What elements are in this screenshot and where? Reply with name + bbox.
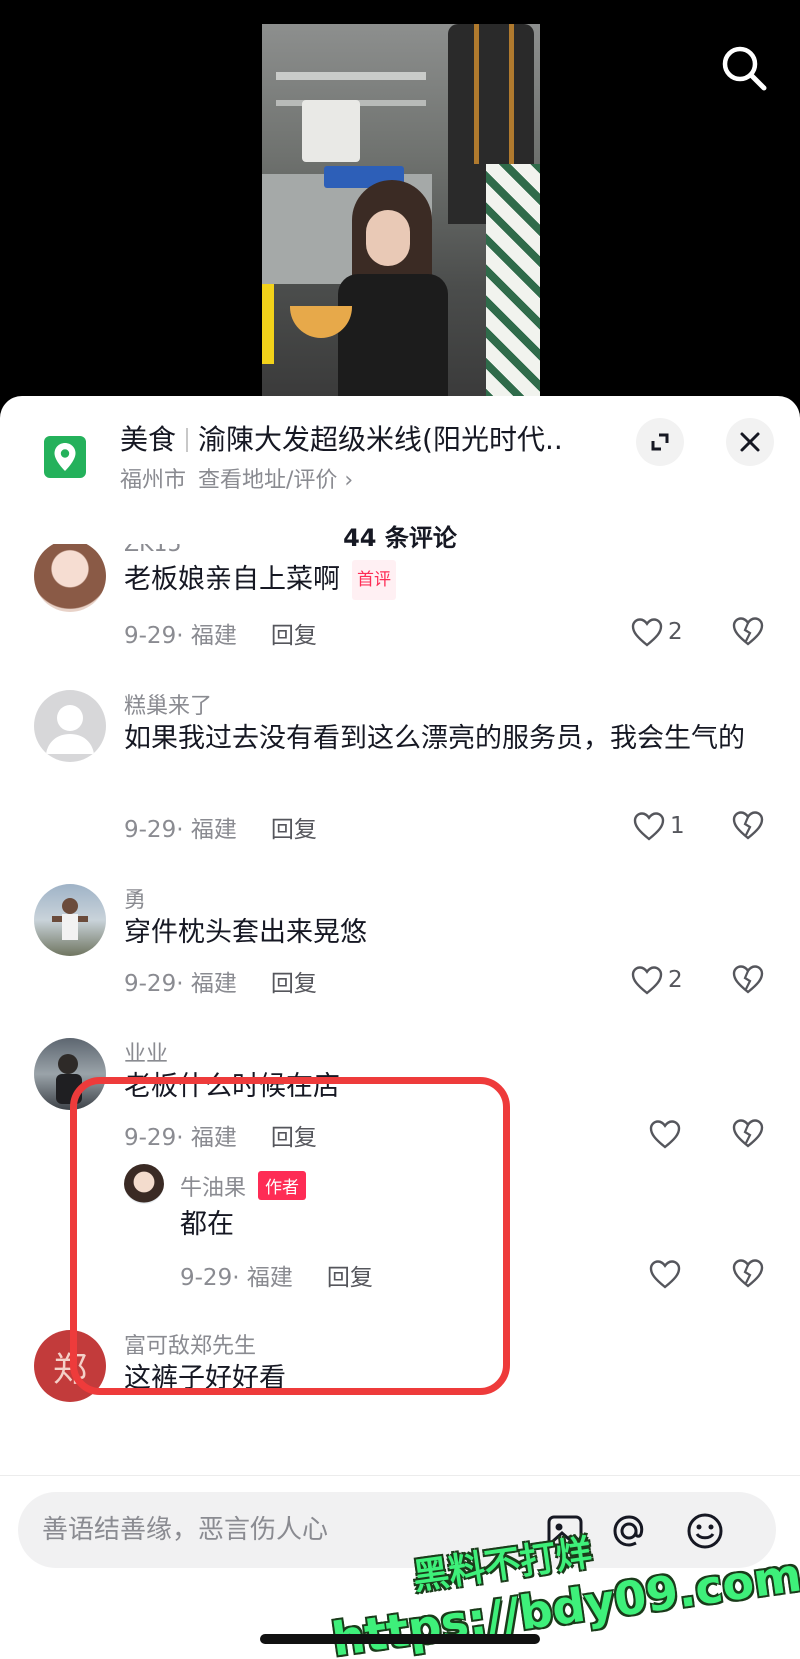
comment-meta: 9-29· 福建 回复 — [124, 810, 317, 844]
home-indicator[interactable] — [260, 1634, 540, 1644]
avatar[interactable] — [34, 690, 106, 762]
reply-meta: 9-29· 福建 回复 — [180, 1258, 373, 1292]
like-button[interactable] — [648, 1256, 682, 1292]
avatar[interactable] — [34, 884, 106, 956]
like-button[interactable]: 2 — [630, 614, 683, 650]
comment-username[interactable]: 糕巢来了 — [124, 688, 212, 720]
reply-button[interactable]: 回复 — [271, 1125, 317, 1151]
comment-meta: 9-29· 福建 回复 — [124, 616, 317, 650]
comment-date: 9-29· 福建 — [124, 971, 237, 997]
comments-sheet: 美食 渝陳大发超级米线(阳光时代.. 福州市 查看地址/评价 › 44 条评论 ZK… — [0, 396, 800, 1659]
reply-button[interactable]: 回复 — [327, 1265, 373, 1291]
comment-username[interactable]: ZK15 — [124, 544, 182, 557]
expand-icon[interactable] — [636, 418, 684, 466]
poi-city: 福州市 — [120, 468, 187, 493]
author-badge: 作者 — [258, 1171, 307, 1200]
comment-text: 穿件枕头套出来晃悠 — [124, 917, 367, 948]
poi-banner[interactable]: 美食 渝陳大发超级米线(阳光时代.. 福州市 查看地址/评价 › — [0, 396, 800, 496]
comment-text: 如果我过去没有看到这么漂亮的服务员，我会生气的 — [124, 723, 745, 754]
video-thumbnail — [262, 24, 540, 400]
search-icon[interactable] — [716, 40, 772, 96]
comment-username[interactable]: 勇 — [124, 882, 146, 914]
video-player[interactable] — [0, 0, 800, 400]
like-count: 2 — [668, 619, 683, 645]
input-pill — [18, 1492, 776, 1568]
heart-icon — [631, 618, 663, 647]
poi-detail-link[interactable]: 查看地址/评价 › — [198, 468, 353, 493]
like-count: 2 — [668, 967, 683, 993]
poi-category: 美食 — [120, 423, 177, 456]
comment-text: 老板什么时候在店 — [124, 1071, 340, 1102]
comment-date: 9-29· 福建 — [124, 817, 237, 843]
poi-divider — [186, 428, 189, 452]
heart-icon — [631, 966, 663, 995]
avatar[interactable] — [34, 1038, 106, 1110]
comment-date: 9-29· 福建 — [124, 1125, 237, 1151]
avatar-glyph: 郑 — [53, 1349, 87, 1390]
comment-username[interactable]: 业业 — [124, 1036, 168, 1068]
broken-heart-icon[interactable] — [730, 614, 766, 650]
close-icon[interactable] — [726, 418, 774, 466]
reply-username-text: 牛油果 — [180, 1176, 247, 1201]
comment-body: 老板娘亲自上菜啊 — [124, 564, 340, 595]
comment-meta: 9-29· 福建 回复 — [124, 964, 317, 998]
comment-list[interactable]: ZK15 老板娘亲自上菜啊 首评 9-29· 福建 回复 2 糕巢来了 如果我过去没… — [0, 544, 800, 1589]
avatar[interactable] — [34, 544, 106, 612]
location-pin-icon — [44, 436, 86, 478]
like-count: 1 — [670, 813, 685, 839]
broken-heart-icon[interactable] — [730, 1116, 766, 1152]
heart-icon — [649, 1260, 681, 1289]
poi-name: 渝陳大发超级米线(阳光时代.. — [198, 423, 563, 456]
poi-title[interactable]: 美食 渝陳大发超级米线(阳光时代.. — [120, 418, 610, 458]
heart-icon — [649, 1120, 681, 1149]
comment-meta: 9-29· 福建 回复 — [124, 1118, 317, 1152]
reply-button[interactable]: 回复 — [271, 817, 317, 843]
comment-text: 老板娘亲自上菜啊 首评 — [124, 560, 754, 600]
broken-heart-icon[interactable] — [730, 1256, 766, 1292]
heart-icon — [633, 812, 665, 841]
poi-subtitle: 福州市 查看地址/评价 › — [120, 462, 353, 494]
at-mention-icon[interactable] — [608, 1510, 650, 1552]
reply-text: 都在 — [180, 1209, 234, 1240]
broken-heart-icon[interactable] — [730, 808, 766, 844]
first-comment-badge: 首评 — [352, 560, 396, 600]
comment-username[interactable]: 富可敌郑先生 — [124, 1328, 256, 1360]
like-button[interactable] — [648, 1116, 682, 1152]
reply-date: 9-29· 福建 — [180, 1265, 293, 1291]
like-button[interactable]: 2 — [630, 962, 683, 998]
reply-button[interactable]: 回复 — [271, 623, 317, 649]
comment-text: 这裤子好好看 — [124, 1363, 286, 1394]
reply-username[interactable]: 牛油果 作者 — [180, 1170, 307, 1202]
reply-button[interactable]: 回复 — [271, 971, 317, 997]
broken-heart-icon[interactable] — [730, 962, 766, 998]
avatar[interactable]: 郑 — [34, 1330, 106, 1402]
like-button[interactable]: 1 — [632, 808, 685, 844]
comment-date: 9-29· 福建 — [124, 623, 237, 649]
emoji-icon[interactable] — [684, 1510, 726, 1552]
reply-avatar[interactable] — [124, 1164, 164, 1204]
